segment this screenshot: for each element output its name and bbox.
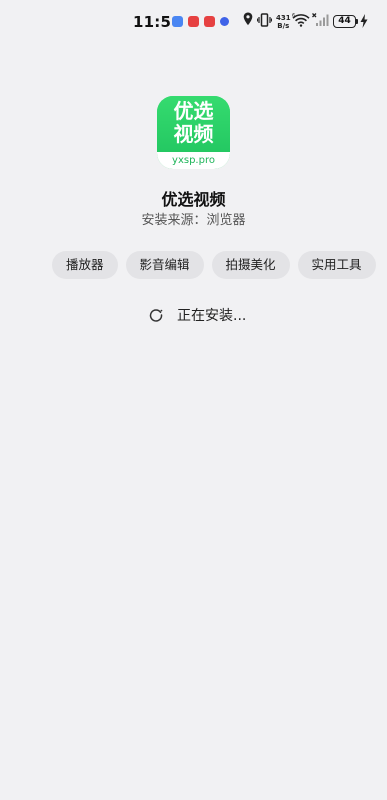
network-speed-value: 431 [276,14,291,22]
vibrate-icon [257,13,272,27]
tag-photo-beauty: 拍摄美化 [211,251,290,279]
network-speed: 431 B/s [276,14,291,30]
svg-text:6: 6 [292,13,295,19]
location-icon [243,12,253,26]
category-tags: 播放器 影音编辑 拍摄美化 实用工具 [52,251,376,279]
app-icon-domain: yxsp.pro [157,152,230,169]
cellular-signal-icon [312,13,329,26]
status-bar: 11:56 431 B/s 6 44 [0,0,387,44]
install-progress: 正在安装... [149,305,246,325]
app-name: 优选视频 [161,190,226,209]
notification-app-icon [204,16,215,27]
install-source: 安装来源：浏览器 [141,213,246,228]
charging-bolt-icon [360,14,368,28]
loading-spinner-icon [149,309,163,322]
notification-app-icon [188,16,199,27]
app-icon-text-line2: 视频 [173,122,214,146]
tag-video-editing: 影音编辑 [125,251,204,279]
tag-player: 播放器 [52,251,118,279]
tag-utilities: 实用工具 [297,251,376,279]
wifi-icon: 6 [292,13,310,27]
battery-indicator: 44 [333,15,356,28]
notification-app-icon [220,17,229,26]
install-status-text: 正在安装... [177,308,247,324]
app-icon: 优选 视频 yxsp.pro [157,96,230,169]
app-icon-text-line1: 优选 [173,99,214,123]
network-speed-unit: B/s [277,22,290,30]
battery-tip [356,19,358,24]
notification-app-icon [172,16,183,27]
